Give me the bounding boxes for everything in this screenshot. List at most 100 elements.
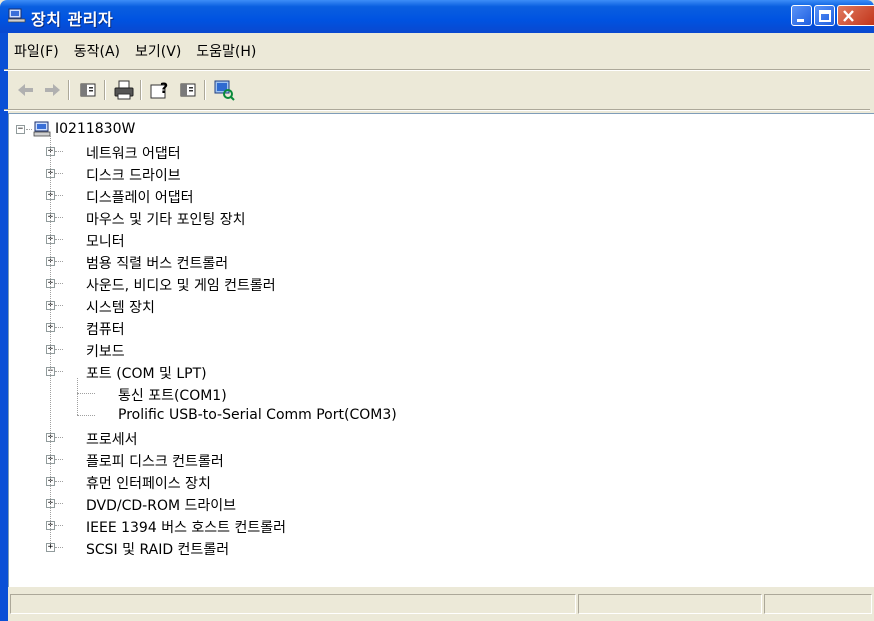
tree-connector (55, 217, 63, 218)
tree-item[interactable]: + 사운드, 비디오 및 게임 컨트롤러 (9, 272, 609, 294)
tree-child-item[interactable]: Prolific USB-to-Serial Comm Port(COM3) (9, 404, 709, 426)
tree-item-label: 디스크 드라이브 (86, 168, 181, 184)
tree-connector (55, 437, 63, 438)
tree-item[interactable]: + 시스템 장치 (9, 294, 609, 316)
tree-connector (55, 371, 63, 372)
tree-item-label: 디스플레이 어댑터 (86, 190, 194, 206)
print-icon[interactable] (112, 78, 136, 102)
svg-text:?: ? (160, 81, 168, 97)
tree-item-label: 플로피 디스크 컨트롤러 (86, 454, 224, 470)
tree-connector (26, 129, 32, 130)
tree-item-label: SCSI 및 RAID 컨트롤러 (86, 542, 230, 558)
toolbar-separator (140, 80, 142, 100)
tree-connector (55, 327, 63, 328)
tree-item[interactable]: + 네트워크 어댑터 (9, 140, 609, 162)
tree-item-label: 시스템 장치 (86, 300, 155, 316)
tree-item-label: 마우스 및 기타 포인팅 장치 (86, 212, 246, 228)
monitor-icon (63, 230, 81, 248)
tree-connector (55, 547, 63, 548)
device-manager-icon (8, 8, 26, 23)
processor-icon (63, 428, 81, 446)
tree-item[interactable]: − 포트 (COM 및 LPT) (9, 360, 609, 382)
tree-child-label: Prolific USB-to-Serial Comm Port(COM3) (118, 407, 397, 423)
tree-root[interactable]: − I0211830W (9, 118, 409, 140)
tree-item[interactable]: + 컴퓨터 (9, 316, 609, 338)
menu-action[interactable]: 동작(A) (68, 37, 129, 61)
usb-icon (63, 252, 81, 270)
maximize-icon (819, 10, 831, 22)
menu-bar: 파일(F) 동작(A) 보기(V) 도움말(H) (8, 37, 265, 61)
tree-item-label: 키보드 (86, 344, 125, 360)
hid-icon (63, 472, 81, 490)
tree-item-label: 포트 (COM 및 LPT) (86, 366, 207, 382)
scsi-icon (63, 538, 81, 556)
disk-drive-icon (63, 164, 81, 182)
scan-hardware-icon[interactable] (212, 78, 236, 102)
back-icon[interactable] (14, 78, 38, 102)
collapse-toggle[interactable]: − (16, 125, 25, 134)
menu-separator (4, 69, 870, 71)
tree-connector (55, 305, 63, 306)
tree-item[interactable]: + 모니터 (9, 228, 609, 250)
sound-icon (63, 274, 81, 292)
tree-item[interactable]: + 프로세서 (9, 426, 609, 448)
toolbar-separator (68, 80, 70, 100)
menu-view[interactable]: 보기(V) (129, 37, 190, 61)
minimize-icon (797, 19, 804, 22)
tree-connector (55, 195, 63, 196)
forward-icon[interactable] (40, 78, 64, 102)
computer-icon (33, 121, 51, 137)
tree-item-label: 네트워크 어댑터 (86, 146, 181, 162)
port-icon (63, 362, 81, 380)
tree-item[interactable]: + DVD/CD-ROM 드라이브 (9, 492, 609, 514)
tree-connector (55, 151, 63, 152)
mouse-icon (63, 208, 81, 226)
tree-item[interactable]: + 키보드 (9, 338, 609, 360)
tree-item[interactable]: + 마우스 및 기타 포인팅 장치 (9, 206, 609, 228)
tree-connector (55, 503, 63, 504)
tree-item-label: 사운드, 비디오 및 게임 컨트롤러 (86, 278, 276, 294)
tree-item[interactable]: + 범용 직렬 버스 컨트롤러 (9, 250, 609, 272)
tree-connector (77, 415, 95, 416)
title-bar[interactable]: 장치 관리자 (0, 0, 874, 33)
system-device-icon (63, 296, 81, 314)
tree-connector (55, 239, 63, 240)
tree-item[interactable]: + 플로피 디스크 컨트롤러 (9, 448, 609, 470)
tree-item-label: 휴먼 인터페이스 장치 (86, 476, 211, 492)
tree-item[interactable]: + SCSI 및 RAID 컨트롤러 (9, 536, 609, 558)
toolbar-separator (104, 80, 106, 100)
port-icon (95, 406, 113, 424)
keyboard-icon (63, 340, 81, 358)
close-icon (843, 10, 854, 22)
status-bar (8, 588, 874, 621)
tree-item[interactable]: + 휴먼 인터페이스 장치 (9, 470, 609, 492)
close-button[interactable] (837, 5, 874, 26)
properties-icon[interactable] (176, 78, 200, 102)
toolbar-separator-line (4, 109, 870, 111)
tree-child-item[interactable]: 통신 포트(COM1) (9, 382, 709, 404)
device-tree-pane[interactable]: − I0211830W + 네트워크 어댑터 + 디스크 드라이브 + 디스플레이 어댑터… (8, 113, 874, 587)
tree-connector (50, 136, 51, 543)
computer-category-icon (63, 318, 81, 336)
device-tree: − I0211830W + 네트워크 어댑터 + 디스크 드라이브 + 디스플레이 어댑터… (9, 114, 874, 587)
status-pane-2 (578, 594, 762, 614)
toolbar-separator (204, 80, 206, 100)
minimize-button[interactable] (791, 5, 812, 26)
expand-toggle[interactable]: + (46, 543, 55, 552)
help-icon[interactable]: ? (148, 78, 172, 102)
show-hide-tree-icon[interactable] (76, 78, 100, 102)
port-icon (95, 384, 113, 402)
tree-item[interactable]: + 디스크 드라이브 (9, 162, 609, 184)
tree-item-label: IEEE 1394 버스 호스트 컨트롤러 (86, 520, 287, 536)
menu-file[interactable]: 파일(F) (8, 37, 68, 61)
tree-child-label: 통신 포트(COM1) (118, 388, 227, 404)
maximize-button[interactable] (814, 5, 835, 26)
window-frame-left (0, 33, 8, 621)
tree-connector (55, 173, 63, 174)
tree-item[interactable]: + 디스플레이 어댑터 (9, 184, 609, 206)
tree-item-label: 컴퓨터 (86, 322, 125, 338)
tree-item[interactable]: + IEEE 1394 버스 호스트 컨트롤러 (9, 514, 609, 536)
tree-item-label: 프로세서 (86, 432, 138, 448)
menu-help[interactable]: 도움말(H) (190, 37, 265, 61)
tree-connector (55, 349, 63, 350)
